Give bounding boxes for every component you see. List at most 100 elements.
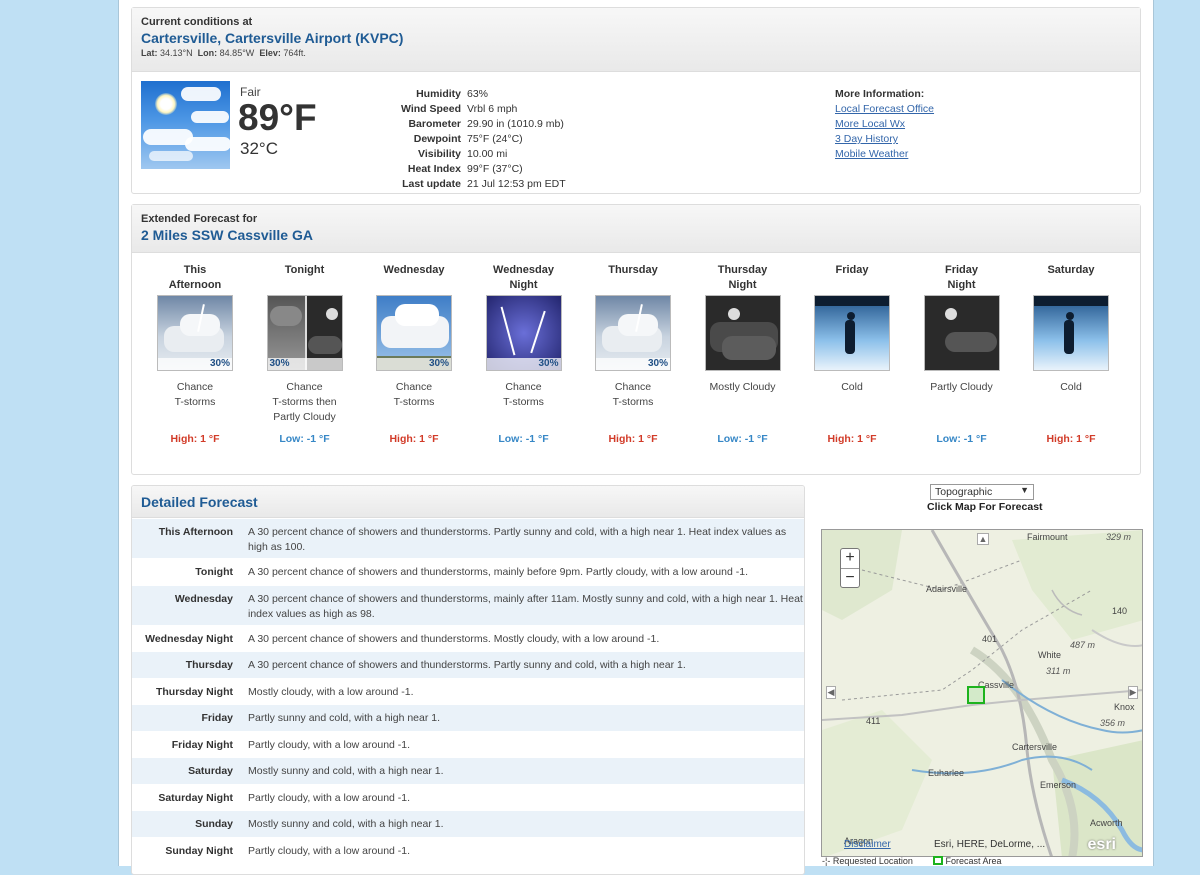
detailed-forecast-row: Saturday Mostly sunny and cold, with a hi…: [132, 757, 804, 784]
forecast-period-name: Wednesday Night: [493, 264, 554, 291]
detailed-period-name: Sunday: [195, 818, 233, 830]
basemap-select[interactable]: Topographic ▼: [930, 484, 1034, 500]
detailed-period-text: Partly cloudy, with a low around -1.: [248, 844, 411, 857]
detailed-period-text: Mostly cloudy, with a low around -1.: [248, 685, 414, 698]
3-day-history-link[interactable]: 3 Day History: [835, 132, 934, 147]
forecast-temp: Low: -1 °F: [498, 433, 549, 445]
detailed-period-text: A 30 percent chance of showers and thund…: [248, 659, 686, 671]
legend-forecast-area: Forecast Area: [945, 856, 1002, 866]
forecast-period: Wednesday Night 30% Chance T-storms Low: -1 °…: [469, 263, 579, 445]
forecast-short-desc: Chance T-storms: [140, 380, 250, 425]
forecast-short-line: T-storms: [393, 396, 435, 408]
detailed-period-text: Mostly sunny and cold, with a high near …: [248, 818, 444, 830]
detailed-period-text: Partly cloudy, with a low around -1.: [248, 791, 411, 804]
current-detail-value: 75°F (24°C): [467, 133, 523, 145]
detailed-period-text: Mostly sunny and cold, with a high near …: [248, 765, 444, 777]
current-temp-f: 89°F: [238, 97, 317, 138]
forecast-short-desc: Cold: [797, 380, 907, 425]
thunderstorm-day-icon: 30%: [157, 295, 233, 371]
current-conditions-header: Current conditions at Cartersville, Cart…: [132, 8, 1140, 72]
legend-requested-location: Requested Location: [832, 856, 913, 866]
tstorm-then-night-icon: 30%: [266, 295, 343, 371]
map-place-knox: Knox: [1114, 702, 1135, 712]
current-detail-row: Humidity 63%: [398, 87, 569, 102]
forecast-temp: High: 1 °F: [827, 433, 877, 445]
current-detail-value: 29.90 in (1010.9 mb): [467, 118, 564, 130]
forecast-short-line: T-storms: [174, 396, 216, 408]
forecast-period: Wednesday 30% Chance T-storms High: 1 °F: [359, 263, 469, 445]
map-place-cartersville: Cartersville: [1012, 742, 1058, 752]
forecast-area-marker[interactable]: [967, 686, 985, 704]
forecast-short-desc: Partly Cloudy: [907, 380, 1017, 425]
forecast-period: Friday Cold High: 1 °F: [797, 263, 907, 445]
current-detail-label: Last update: [402, 178, 461, 190]
more-information: More Information: Local Forecast Office …: [835, 87, 934, 162]
cold-icon: [1033, 295, 1109, 371]
forecast-period-name: Friday: [835, 264, 869, 276]
page-container: Current conditions at Cartersville, Cart…: [118, 0, 1154, 875]
extended-forecast-header: Extended Forecast for 2 Miles SSW Cassvi…: [132, 205, 1140, 253]
pan-right-icon[interactable]: ▶: [1128, 686, 1138, 699]
forecast-period: This Afternoon 30% Chance T-storms High: 1 °F: [140, 263, 250, 445]
lightning-night-icon: 30%: [485, 295, 562, 371]
forecast-short-line: Chance: [395, 381, 433, 393]
forecast-map[interactable]: Fairmount Adairsville White Cassville Ca…: [821, 529, 1143, 857]
detailed-forecast-header: Detailed Forecast: [132, 486, 804, 518]
current-detail-row: Heat Index 99°F (37°C): [398, 162, 569, 177]
detailed-forecast-row: Wednesday Night A 30 percent chance of sh…: [132, 624, 804, 652]
map-road-411: 411: [866, 716, 881, 726]
forecast-short-line: Partly Cloudy: [930, 381, 993, 393]
zoom-out-button[interactable]: −: [841, 568, 859, 587]
forecast-temp: Low: -1 °F: [936, 433, 987, 445]
forecast-short-desc: Chance T-storms: [469, 380, 579, 425]
precip-chance: 30%: [486, 358, 561, 370]
forecast-temp: Low: -1 °F: [717, 433, 768, 445]
forecast-short-line: Chance: [614, 381, 652, 393]
forecast-temp: Low: -1 °F: [279, 433, 330, 445]
map-caption: Click Map For Forecast: [927, 501, 1043, 513]
current-detail-value: Vrbl 6 mph: [467, 103, 518, 115]
map-disclaimer-link[interactable]: Disclaimer: [844, 839, 891, 850]
pan-up-icon[interactable]: ▲: [977, 533, 989, 545]
detailed-forecast-row: Sunday Mostly sunny and cold, with a high…: [132, 810, 804, 837]
detailed-period-name: Sunday Night: [165, 844, 233, 857]
tstorm-cumulus-day-icon: 30%: [376, 295, 452, 371]
forecast-short-line: T-storms then: [272, 396, 337, 408]
forecast-short-line: Partly Cloudy: [273, 411, 336, 423]
current-details-table: Humidity 63% Wind Speed Vrbl 6 mph Barometer…: [398, 87, 569, 192]
pan-left-icon[interactable]: ◀: [826, 686, 836, 699]
requested-location-icon: -¦-: [822, 856, 831, 866]
detailed-forecast-row: Friday Partly sunny and cold, with a high…: [132, 704, 804, 731]
extended-forecast-label: Extended Forecast for: [141, 213, 258, 225]
forecast-temp: High: 1 °F: [1046, 433, 1096, 445]
map-elevation-311: 311 m: [1046, 666, 1071, 676]
chevron-down-icon: ▼: [1020, 485, 1029, 495]
local-forecast-office-link[interactable]: Local Forecast Office: [835, 102, 934, 117]
more-info-title: More Information:: [835, 88, 925, 100]
forecast-period-name: Thursday: [608, 264, 658, 276]
forecast-period-name: Wednesday: [383, 264, 445, 276]
map-zoom-control: + −: [840, 548, 860, 588]
forecast-period-name: Friday Night: [944, 264, 978, 291]
forecast-period-name: Saturday: [1047, 264, 1095, 276]
detailed-forecast-row: Tonight A 30 percent chance of showers an…: [132, 558, 804, 585]
detailed-period-text: Partly sunny and cold, with a high near …: [248, 712, 441, 724]
detailed-forecast-row: Thursday A 30 percent chance of showers a…: [132, 651, 804, 678]
forecast-short-line: Chance: [505, 381, 542, 393]
current-detail-row: Visibility 10.00 mi: [398, 147, 569, 162]
map-attribution: Esri, HERE, DeLorme, ...: [934, 839, 1046, 850]
forecast-period: Friday Night Partly Cloudy Low: -1 °F: [907, 263, 1017, 445]
forecast-temp: High: 1 °F: [170, 433, 220, 445]
current-conditions-panel: Current conditions at Cartersville, Cart…: [131, 7, 1141, 194]
detailed-period-text: A 30 percent chance of showers and thund…: [248, 632, 660, 645]
current-detail-label: Barometer: [408, 118, 461, 130]
precip-chance: 30%: [267, 358, 342, 370]
more-local-wx-link[interactable]: More Local Wx: [835, 117, 934, 132]
mobile-weather-link[interactable]: Mobile Weather: [835, 147, 934, 162]
current-detail-label: Humidity: [416, 88, 461, 100]
detailed-period-name: Thursday Night: [155, 685, 233, 698]
detailed-period-name: Saturday Night: [158, 791, 233, 804]
cloudy-night-icon: [704, 295, 781, 371]
zoom-in-button[interactable]: +: [841, 549, 859, 568]
forecast-short-desc: Cold: [1016, 380, 1126, 425]
